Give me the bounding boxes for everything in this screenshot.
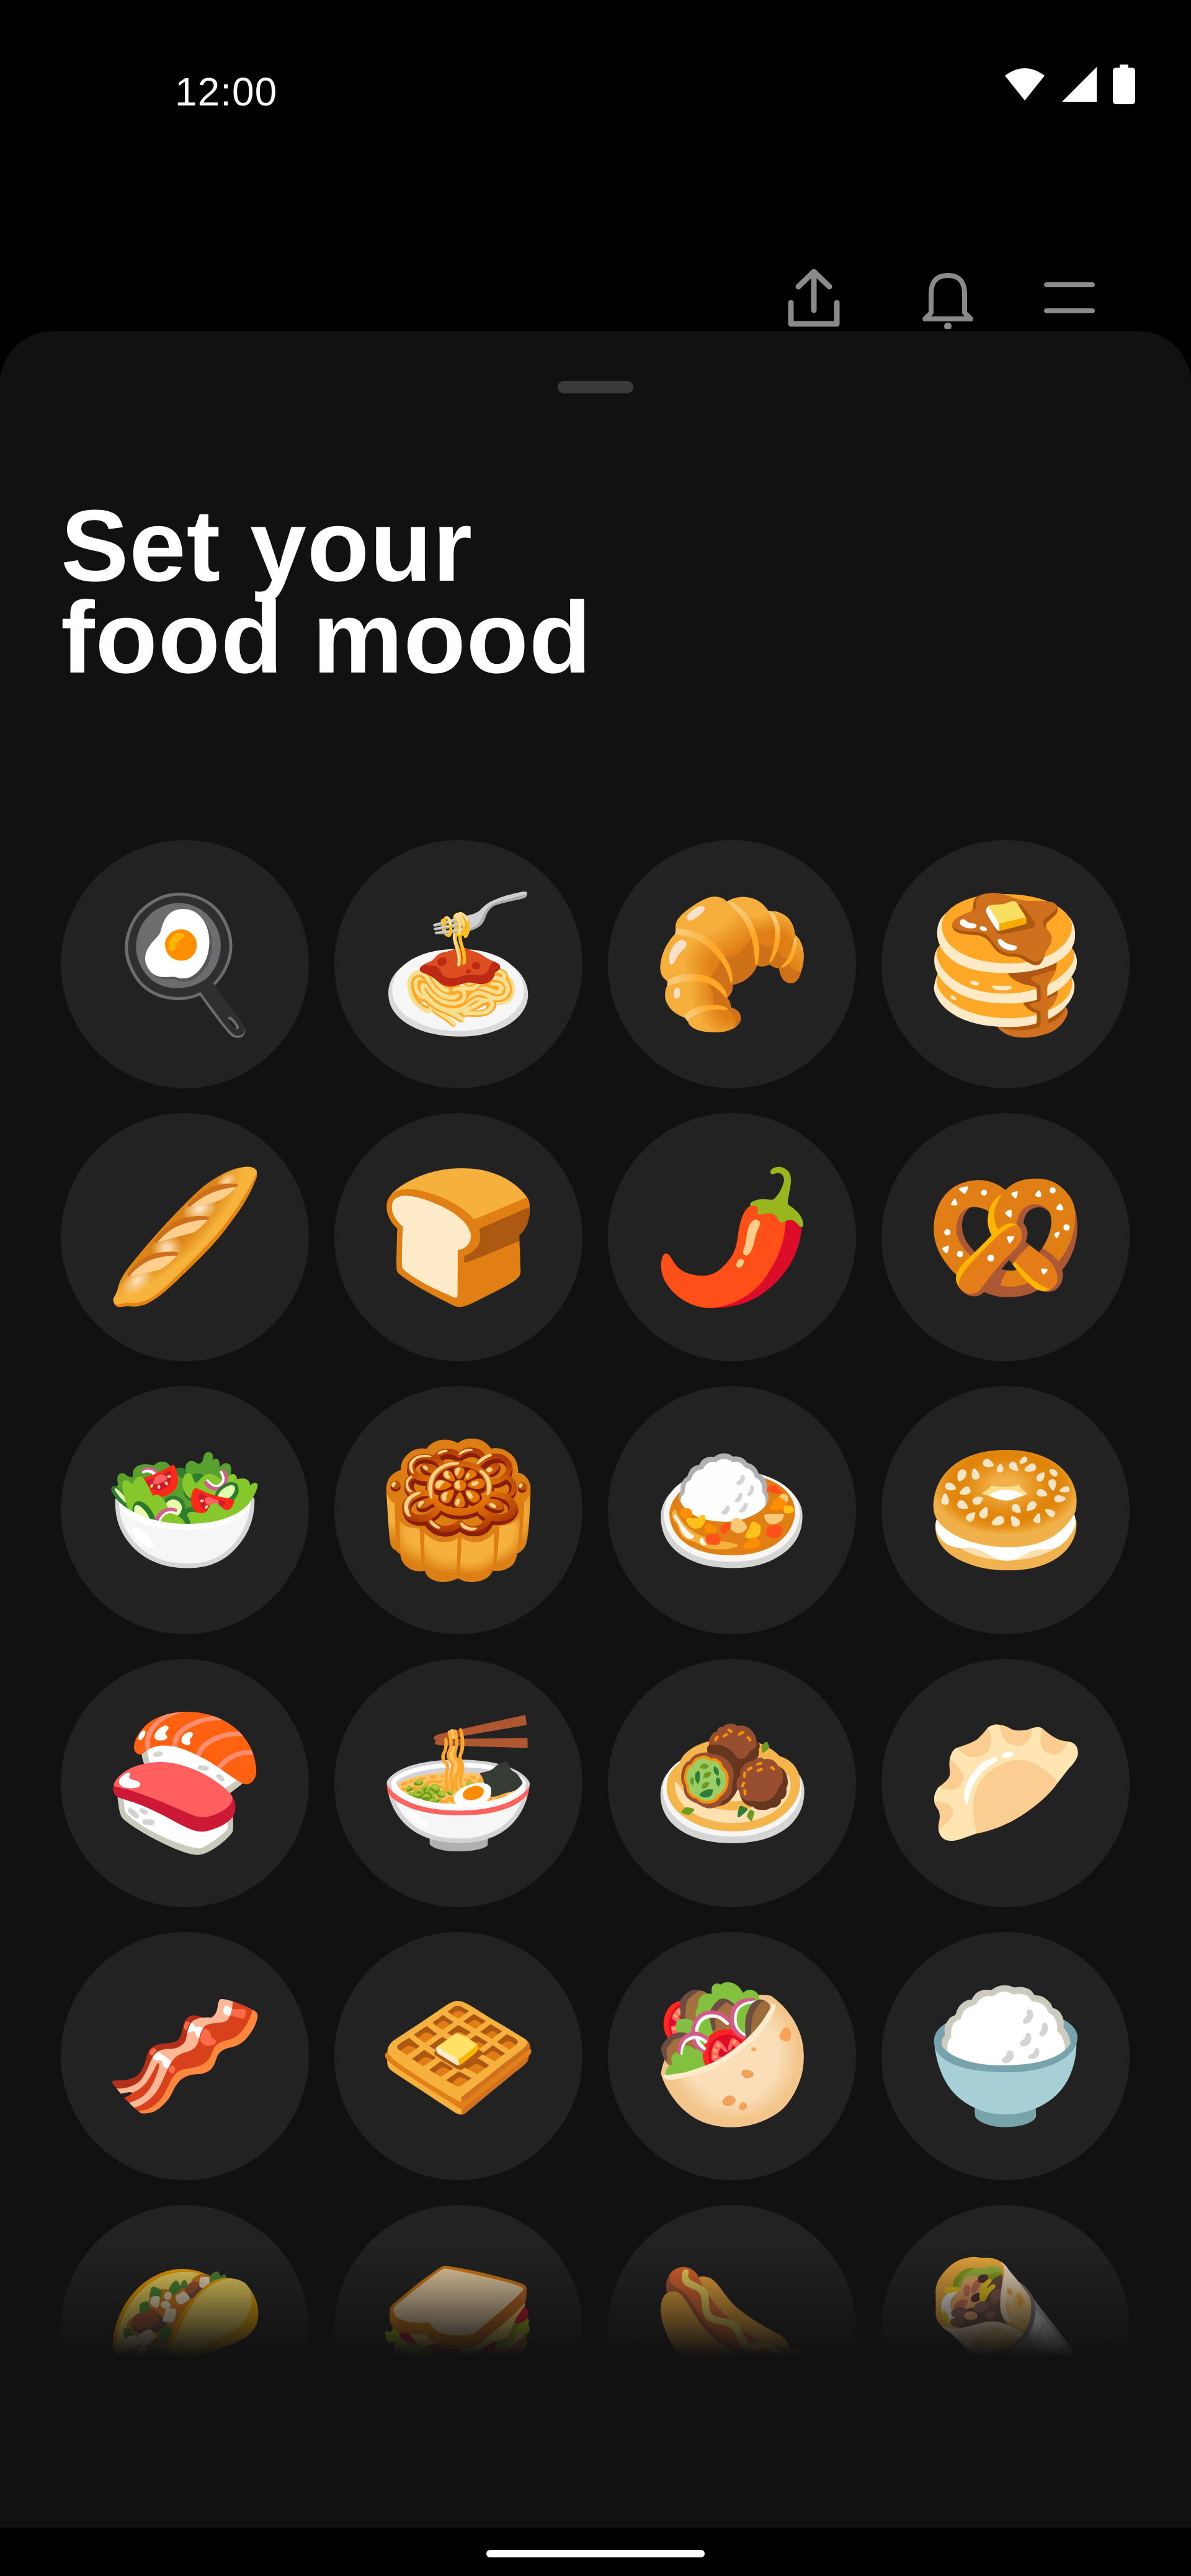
bagel-emoji: 🥯 <box>924 1434 1087 1586</box>
share-icon[interactable] <box>777 261 851 335</box>
bread-emoji: 🍞 <box>377 1161 540 1313</box>
food-option-bagel[interactable]: 🥯 <box>881 1386 1130 1634</box>
drag-handle[interactable] <box>558 381 633 393</box>
spaghetti-emoji: 🍝 <box>377 888 540 1040</box>
food-option-salad[interactable]: 🥗 <box>61 1386 309 1634</box>
title-line-2: food mood <box>61 581 592 694</box>
moon-cake-emoji: 🥮 <box>377 1434 540 1586</box>
food-grid: 🍳 🍝 🥐 🥞 🥖 🍞 🌶️ 🥨 🥗 🥮 🍛 🥯 🍣 🍜 🧆 🥟 🥓 🧇 🥙 🍚 🌮 🥪 🌭 🌯 <box>61 840 1130 2453</box>
ramen-emoji: 🍜 <box>377 1707 540 1859</box>
stuffed-flatbread-emoji: 🥙 <box>651 1980 813 2132</box>
cooking-emoji: 🍳 <box>104 888 266 1040</box>
status-bar: 12:00 <box>0 0 1191 186</box>
home-indicator[interactable] <box>486 2550 705 2557</box>
food-option-falafel[interactable]: 🧆 <box>608 1659 856 1907</box>
burrito-emoji: 🌯 <box>924 2253 1087 2405</box>
food-option-hot-dog[interactable]: 🌭 <box>608 2205 856 2453</box>
hot-pepper-emoji: 🌶️ <box>651 1161 813 1313</box>
salad-emoji: 🥗 <box>104 1434 266 1586</box>
status-icons <box>1004 65 1135 104</box>
dumpling-emoji: 🥟 <box>924 1707 1087 1859</box>
falafel-emoji: 🧆 <box>651 1707 813 1859</box>
cellular-signal-icon <box>1061 66 1098 103</box>
food-option-sushi[interactable]: 🍣 <box>61 1659 309 1907</box>
cooked-rice-emoji: 🍚 <box>924 1980 1087 2132</box>
taco-emoji: 🌮 <box>104 2253 266 2405</box>
food-option-bacon[interactable]: 🥓 <box>61 1932 309 2180</box>
food-option-taco[interactable]: 🌮 <box>61 2205 309 2453</box>
food-option-ramen[interactable]: 🍜 <box>334 1659 582 1907</box>
waffle-emoji: 🧇 <box>377 1980 540 2132</box>
food-option-burrito[interactable]: 🌯 <box>881 2205 1130 2453</box>
sushi-emoji: 🍣 <box>104 1707 266 1859</box>
hot-dog-emoji: 🌭 <box>651 2253 813 2405</box>
food-option-moon-cake[interactable]: 🥮 <box>334 1386 582 1634</box>
food-option-sandwich[interactable]: 🥪 <box>334 2205 582 2453</box>
notifications-icon[interactable] <box>911 261 985 335</box>
food-option-cooking[interactable]: 🍳 <box>61 840 309 1088</box>
status-time: 12:00 <box>175 69 278 114</box>
pretzel-emoji: 🥨 <box>924 1161 1087 1313</box>
food-option-pancakes[interactable]: 🥞 <box>881 840 1130 1088</box>
page-title: Set your food mood <box>61 489 592 694</box>
food-option-baguette[interactable]: 🥖 <box>61 1113 309 1361</box>
food-mood-sheet: Set your food mood 🍳 🍝 🥐 🥞 🥖 🍞 🌶️ 🥨 🥗 🥮 🍛 🥯 🍣 🍜 🧆 🥟 🥓 🧇 🥙 🍚… <box>0 331 1191 2528</box>
food-option-waffle[interactable]: 🧇 <box>334 1932 582 2180</box>
food-option-bread[interactable]: 🍞 <box>334 1113 582 1361</box>
croissant-emoji: 🥐 <box>651 888 813 1040</box>
title-line-1: Set your <box>61 489 473 602</box>
food-option-stuffed-flatbread[interactable]: 🥙 <box>608 1932 856 2180</box>
top-actions <box>769 261 1191 335</box>
baguette-emoji: 🥖 <box>104 1161 266 1313</box>
curry-rice-emoji: 🍛 <box>651 1434 813 1586</box>
food-option-dumpling[interactable]: 🥟 <box>881 1659 1130 1907</box>
food-option-croissant[interactable]: 🥐 <box>608 840 856 1088</box>
wifi-icon <box>1004 67 1046 102</box>
menu-icon[interactable] <box>1032 261 1107 335</box>
food-option-hot-pepper[interactable]: 🌶️ <box>608 1113 856 1361</box>
bacon-emoji: 🥓 <box>104 1980 266 2132</box>
battery-icon <box>1113 65 1135 104</box>
food-option-cooked-rice[interactable]: 🍚 <box>881 1932 1130 2180</box>
food-option-spaghetti[interactable]: 🍝 <box>334 840 582 1088</box>
sandwich-emoji: 🥪 <box>377 2253 540 2405</box>
pancakes-emoji: 🥞 <box>924 888 1087 1040</box>
food-option-pretzel[interactable]: 🥨 <box>881 1113 1130 1361</box>
food-option-curry-rice[interactable]: 🍛 <box>608 1386 856 1634</box>
